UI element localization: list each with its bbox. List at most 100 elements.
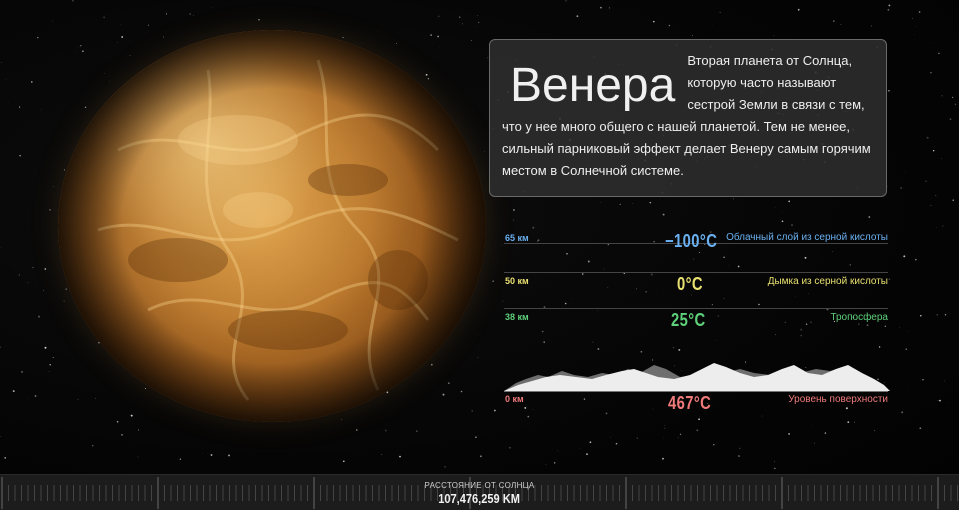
star [543,341,545,343]
star [603,268,605,270]
star [662,457,664,460]
star [52,357,54,358]
star [479,455,482,458]
star [640,350,643,353]
star [508,446,511,449]
star [653,20,655,23]
star [478,22,480,24]
star [12,390,15,393]
star [878,346,881,348]
star [832,251,834,253]
star [711,304,713,306]
star [636,288,638,290]
star [713,444,715,446]
star [34,395,37,397]
star [193,15,194,16]
star [664,425,665,426]
star [121,434,123,436]
star [715,340,717,341]
star [930,205,932,207]
star [607,244,609,246]
star [527,415,530,418]
star [664,427,666,429]
star [597,348,600,350]
star [19,106,21,108]
star [758,303,760,306]
star [788,200,791,203]
star [853,421,855,423]
star [737,265,740,268]
layer-description: Облачный слой из серной кислоты [726,232,888,243]
star [944,314,947,316]
star [189,13,191,15]
star [524,406,527,409]
star [477,15,479,16]
star [804,256,807,259]
star [53,186,54,187]
star [38,315,40,318]
star [605,412,608,415]
star [800,328,803,331]
star [19,155,21,157]
star [942,225,944,227]
star [649,201,652,204]
star [52,20,53,22]
planet-title: Венера [510,59,676,112]
layer-divider [504,308,888,309]
star [343,460,345,463]
star [384,429,387,432]
star [459,16,461,18]
star [922,378,924,381]
star [899,327,901,329]
star [557,450,559,452]
star [583,398,586,400]
star [849,264,850,266]
star [636,437,638,439]
star [699,252,700,253]
star [537,240,539,242]
star [824,432,827,434]
star [502,300,504,302]
star [27,282,29,284]
star [72,0,74,2]
star [92,445,94,447]
star [840,23,842,25]
venus-infographic: Венера Вторая планета от Солнца, которую… [0,0,959,510]
star [941,158,942,160]
star [937,399,939,401]
star [847,421,850,424]
star [805,323,808,326]
star [566,253,568,255]
star [103,16,105,19]
layer-divider [504,272,888,273]
star [619,203,621,206]
distance-value-text: 107,476,259 KM [438,491,521,506]
star [723,297,725,299]
layer-description: Уровень поверхности [788,394,888,405]
star [554,462,556,464]
star [586,453,588,456]
star [5,78,7,80]
layer-altitude: 50 км [505,276,529,286]
surface-terrain-graphic [504,363,890,391]
star [866,324,869,327]
star [905,348,907,350]
star [513,209,515,211]
star [501,244,503,246]
star [868,216,871,218]
star [782,211,784,213]
distance-label: РАССТОЯНИЕ ОТ СОЛНЦА [424,481,535,490]
star [871,25,873,27]
star [797,8,800,11]
star [608,7,611,9]
star [692,35,693,36]
layer-altitude: 0 км [505,394,524,404]
star [774,467,776,470]
layer-description: Тропосфера [830,312,888,323]
star [44,268,47,270]
star [915,259,917,261]
star [632,203,633,204]
star [926,136,929,139]
star [438,15,440,18]
star [774,461,775,463]
